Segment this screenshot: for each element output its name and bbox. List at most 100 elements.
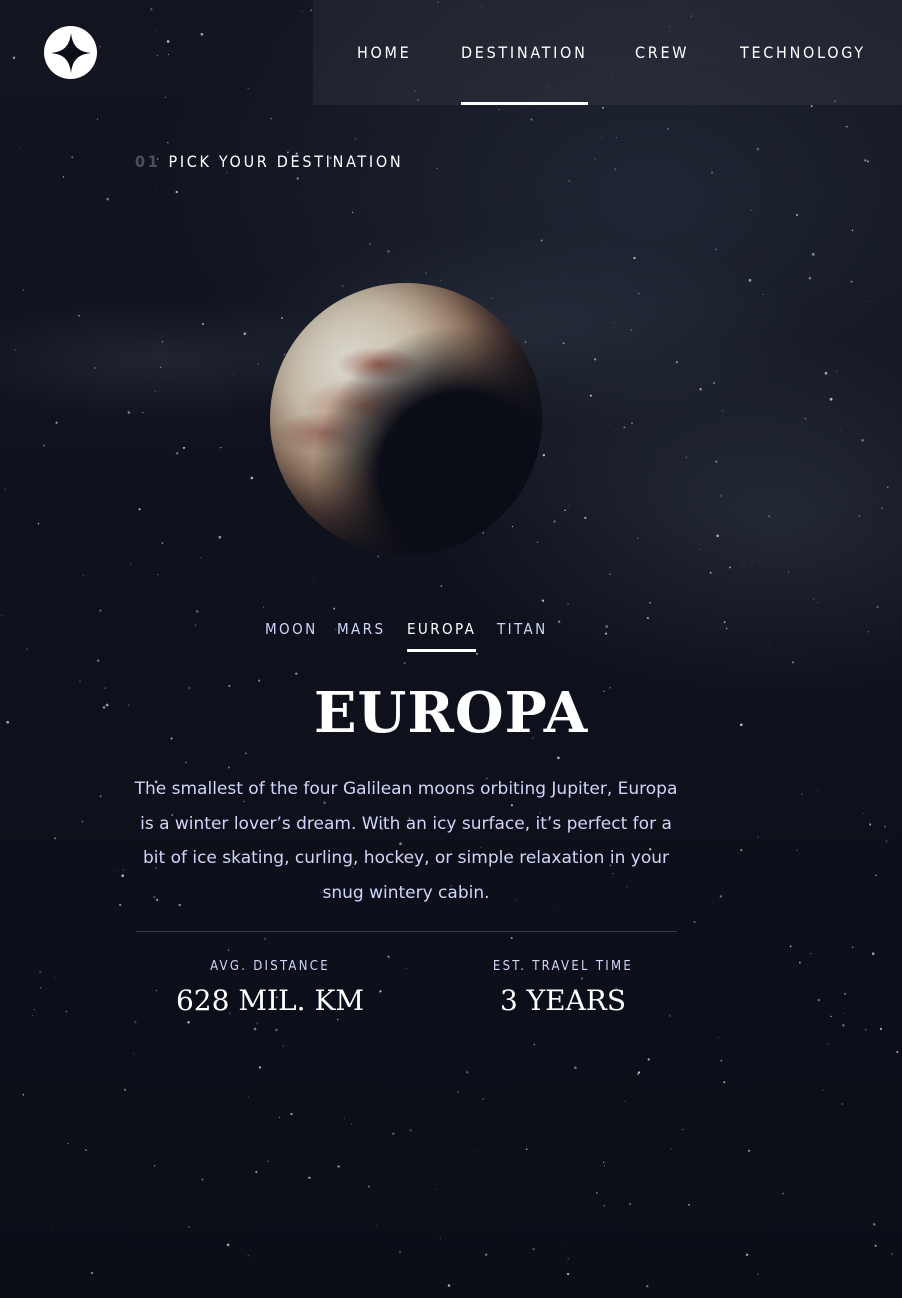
star-dot	[568, 179, 571, 183]
star-dot	[799, 961, 801, 964]
star-dot	[127, 411, 131, 414]
nav-technology[interactable]: TECHNOLOGY	[740, 0, 866, 105]
star-dot	[65, 1010, 68, 1013]
star-dot	[33, 1009, 35, 1010]
star-dot	[842, 1023, 845, 1027]
star-logo-icon[interactable]	[44, 26, 97, 79]
star-dot	[638, 292, 640, 295]
star-dot	[699, 548, 700, 550]
star-dot	[709, 571, 712, 574]
star-dot	[381, 553, 382, 555]
star-dot	[890, 1252, 894, 1256]
star-dot	[646, 616, 650, 620]
star-dot	[245, 752, 247, 755]
star-dot	[715, 460, 718, 463]
star-dot	[791, 661, 795, 664]
star-dot	[492, 297, 493, 299]
star-dot	[200, 32, 204, 36]
star-dot	[809, 952, 812, 955]
star-dot	[308, 1176, 311, 1179]
star-dot	[568, 505, 570, 507]
star-dot	[295, 672, 298, 675]
tab-titan[interactable]: TITAN	[497, 620, 548, 654]
star-dot	[685, 456, 688, 459]
star-dot	[296, 177, 299, 180]
star-dot	[540, 239, 543, 242]
star-dot	[601, 136, 603, 138]
star-dot	[624, 1100, 626, 1102]
star-dot	[10, 84, 12, 86]
star-dot	[679, 375, 681, 377]
star-dot	[290, 1112, 293, 1116]
star-dot	[637, 537, 639, 539]
star-dot	[228, 949, 230, 951]
star-dot	[310, 9, 312, 12]
star-dot	[530, 118, 533, 121]
stat-travel-value: 3 YEARS	[499, 984, 627, 1017]
star-dot	[218, 535, 222, 539]
star-dot	[829, 397, 833, 401]
star-dot	[18, 148, 20, 150]
star-dot	[486, 112, 488, 114]
star-dot	[594, 158, 596, 160]
tab-europa[interactable]: EUROPA	[407, 620, 477, 654]
star-dot	[466, 1071, 469, 1074]
star-dot	[99, 46, 101, 48]
star-dot	[278, 1116, 280, 1118]
star-dot	[78, 314, 80, 317]
star-dot	[96, 118, 98, 120]
star-dot	[200, 556, 202, 559]
star-dot	[421, 767, 422, 769]
star-dot	[574, 1066, 577, 1070]
star-dot	[717, 1037, 719, 1039]
star-dot	[866, 160, 869, 163]
star-dot	[258, 1066, 261, 1069]
star-dot	[541, 599, 545, 602]
star-dot	[133, 1053, 135, 1055]
star-dot	[879, 1027, 883, 1031]
star-dot	[450, 927, 452, 928]
star-dot	[843, 992, 847, 995]
europa-planet-image	[270, 283, 542, 555]
star-dot	[376, 1224, 378, 1227]
star-dot	[872, 1223, 876, 1226]
star-dot	[688, 1204, 690, 1206]
star-dot	[616, 137, 618, 138]
star-dot	[609, 573, 611, 575]
star-dot	[99, 795, 102, 798]
star-dot	[723, 1081, 726, 1084]
star-dot	[822, 1089, 825, 1091]
star-dot	[567, 603, 569, 605]
star-dot	[39, 970, 42, 974]
star-dot	[688, 383, 690, 385]
star-dot	[595, 1191, 598, 1194]
star-dot	[557, 756, 560, 760]
nav-home[interactable]: HOME	[357, 0, 411, 105]
star-dot	[757, 836, 759, 838]
star-dot	[333, 607, 336, 610]
star-dot	[510, 937, 513, 940]
star-dot	[796, 849, 798, 852]
star-dot	[739, 461, 741, 462]
star-dot	[603, 1204, 606, 1207]
star-dot	[123, 1088, 127, 1091]
tab-mars[interactable]: MARS	[337, 620, 385, 654]
nav-destination[interactable]: DESTINATION	[461, 0, 588, 105]
star-dot	[86, 169, 88, 171]
star-dot	[637, 1071, 641, 1074]
tab-moon[interactable]: MOON	[265, 620, 318, 654]
main-navigation: HOME DESTINATION CREW TECHNOLOGY	[313, 0, 902, 105]
nav-crew[interactable]: CREW	[635, 0, 689, 105]
star-dot	[175, 452, 179, 455]
star-dot	[498, 108, 500, 111]
star-dot	[257, 363, 259, 365]
star-dot	[30, 1189, 32, 1190]
star-dot	[154, 390, 156, 392]
star-dot	[440, 585, 443, 587]
star-dot	[425, 272, 428, 275]
stat-distance: AVG. DISTANCE 628 MIL. KM	[140, 959, 400, 1017]
star-dot	[227, 766, 230, 769]
nav-crew-label: CREW	[635, 43, 690, 62]
nav-home-label: HOME	[357, 43, 412, 62]
star-dot	[275, 1028, 278, 1032]
